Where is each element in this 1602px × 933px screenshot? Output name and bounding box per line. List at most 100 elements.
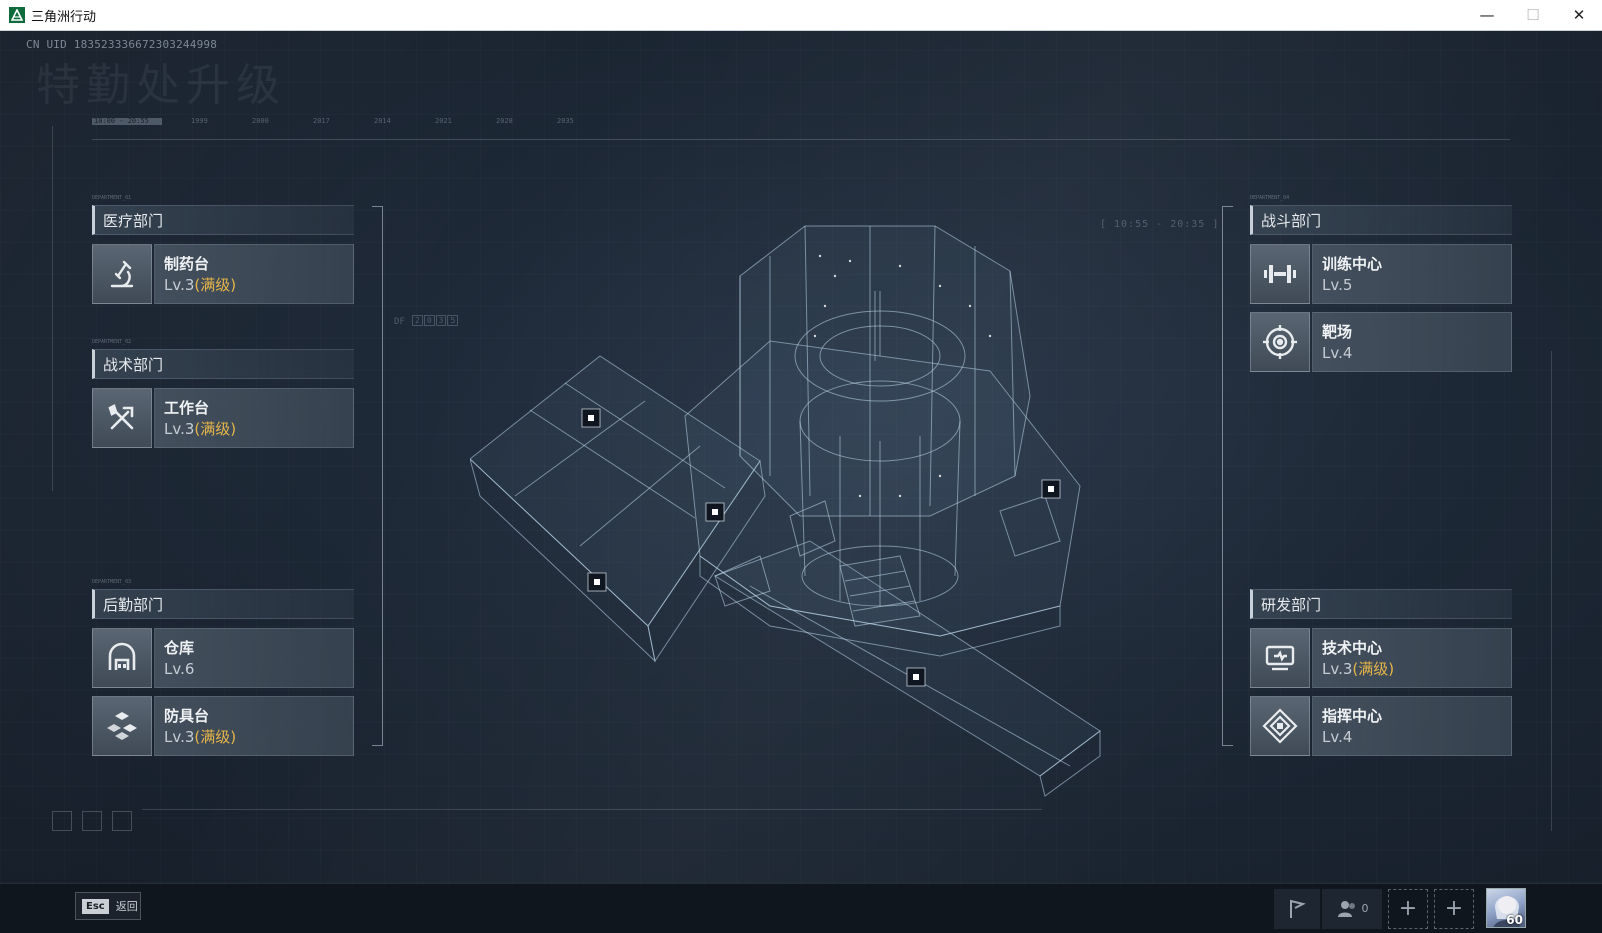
facility-info: 仓库 Lv.6 [154, 628, 354, 688]
timeline-tick: 10:00 - 20:55 [94, 117, 149, 125]
facility-tech-center[interactable]: 技术中心 Lv.3(满级) [1250, 628, 1512, 688]
df-digit: 3 [435, 315, 447, 326]
dept-tactical: DEPARTMENT_02 战术部门 工作台 Lv.3(满级) [92, 339, 354, 448]
facility-name: 靶场 [1322, 323, 1353, 341]
dept-code: DEPARTMENT_04 [1250, 195, 1290, 201]
max-level-badge: (满级) [194, 276, 237, 294]
window-title: 三角洲行动 [31, 9, 97, 25]
df-label: DF [394, 317, 405, 327]
left-bracket [372, 206, 383, 746]
facility-level: Lv.3 [164, 420, 195, 438]
flag-icon [1290, 899, 1306, 918]
facility-info: 工作台 Lv.3(满级) [154, 388, 354, 448]
facility-warehouse[interactable]: 仓库 Lv.6 [92, 628, 354, 688]
facility-name: 防具台 [164, 707, 210, 725]
facility-info: 制药台 Lv.3(满级) [154, 244, 354, 304]
timeline-tick: 2021 [435, 117, 452, 125]
timeline-tick: 2000 [252, 117, 269, 125]
right-bracket [1222, 206, 1233, 746]
add-squad-slot-button[interactable]: + [1388, 888, 1428, 929]
dept-logistics: DEPARTMENT_03 后勤部门 仓库 Lv.6 防具台 Lv.3(满级) [92, 579, 354, 756]
player-level: 60 [1506, 913, 1523, 927]
dept-combat: DEPARTMENT_04 战斗部门 训练中心 Lv.5 靶场 Lv.4 [1250, 195, 1512, 372]
facility-name: 工作台 [164, 399, 210, 417]
friends-icon [1337, 900, 1355, 917]
game-viewport: CN UID 1835233366723032449​98 特勤处升级 10:0… [0, 31, 1602, 883]
bottom-right-controls: 0 + + [1272, 884, 1474, 933]
add-squad-slot-button[interactable]: + [1434, 888, 1474, 929]
dept-code: DEPARTMENT_03 [92, 579, 132, 585]
df-digit: 0 [423, 315, 435, 326]
esc-key-label: Esc [82, 898, 109, 914]
timeline-line [92, 139, 1510, 140]
player-avatar[interactable]: 60 [1486, 888, 1526, 928]
facility-level: Lv.3 [164, 276, 195, 294]
dept-research: 研发部门 技术中心 Lv.3(满级) 指挥中心 Lv.4 [1250, 589, 1512, 756]
facility-name: 技术中心 [1322, 639, 1383, 657]
facility-level: Lv.4 [1322, 728, 1353, 746]
facility-level: Lv.5 [1322, 276, 1353, 294]
dept-medical: DEPARTMENT_01 医疗部门 制药台 Lv.3(满级) [92, 195, 354, 304]
tools-icon [92, 388, 152, 448]
deco-boxes [52, 811, 132, 831]
maximize-button[interactable]: ☐ [1510, 0, 1556, 30]
dept-code: DEPARTMENT_02 [92, 339, 132, 345]
facility-level: Lv.3 [164, 728, 195, 746]
timeline-tick: 2017 [313, 117, 330, 125]
dept-title: 战术部门 [92, 349, 354, 379]
timeline-decoration: 10:00 - 20:55 1999 2000 2017 2014 2021 2… [92, 117, 1510, 143]
warehouse-icon [92, 628, 152, 688]
max-level-badge: (满级) [194, 728, 237, 746]
facility-level: Lv.3 [1322, 660, 1353, 678]
facility-level: Lv.6 [164, 660, 195, 678]
app-logo-icon [9, 7, 25, 23]
facility-armor-bench[interactable]: 防具台 Lv.3(满级) [92, 696, 354, 756]
deco-line [52, 126, 53, 491]
timeline-tick: 1999 [191, 117, 208, 125]
max-level-badge: (满级) [1352, 660, 1395, 678]
df-digit: 5 [447, 315, 459, 326]
facility-name: 指挥中心 [1322, 707, 1383, 725]
facility-info: 训练中心 Lv.5 [1312, 244, 1512, 304]
plus-icon: + [1444, 896, 1464, 921]
facility-shooting-range[interactable]: 靶场 Lv.4 [1250, 312, 1512, 372]
base-wireframe-model[interactable] [470, 196, 1110, 816]
window-titlebar: 三角洲行动 — ☐ ✕ [0, 0, 1602, 31]
command-icon [1250, 696, 1310, 756]
plus-icon: + [1398, 896, 1418, 921]
minimize-button[interactable]: — [1464, 0, 1510, 30]
facility-info: 防具台 Lv.3(满级) [154, 696, 354, 756]
facility-training-center[interactable]: 训练中心 Lv.5 [1250, 244, 1512, 304]
target-icon [1250, 312, 1310, 372]
timeline-tick: 2028 [496, 117, 513, 125]
flag-button[interactable] [1274, 888, 1320, 929]
friends-button[interactable]: 0 [1322, 888, 1382, 929]
df-digit: 2 [412, 315, 423, 326]
timeline-tick: 2014 [374, 117, 391, 125]
dept-title: 战斗部门 [1250, 205, 1512, 235]
facility-info: 靶场 Lv.4 [1312, 312, 1512, 372]
facility-name: 仓库 [164, 639, 195, 657]
dept-title: 医疗部门 [92, 205, 354, 235]
facility-info: 技术中心 Lv.3(满级) [1312, 628, 1512, 688]
friend-count: 0 [1361, 902, 1369, 915]
dept-title: 研发部门 [1250, 589, 1512, 619]
facility-pharmacy[interactable]: 制药台 Lv.3(满级) [92, 244, 354, 304]
dept-title: 后勤部门 [92, 589, 354, 619]
page-title: 特勤处升级 [36, 60, 286, 111]
computer-icon [1250, 628, 1310, 688]
bottom-bar: Esc 返回 0 + + 60 [0, 883, 1602, 933]
dept-code: DEPARTMENT_01 [92, 195, 132, 201]
close-button[interactable]: ✕ [1556, 0, 1602, 30]
timeline-tick: 2035 [557, 117, 574, 125]
facility-name: 制药台 [164, 255, 210, 273]
facility-command-center[interactable]: 指挥中心 Lv.4 [1250, 696, 1512, 756]
time-readout: [ 10:55 - 20:35 ] [1100, 219, 1220, 230]
facility-workbench[interactable]: 工作台 Lv.3(满级) [92, 388, 354, 448]
back-button[interactable]: Esc 返回 [75, 892, 141, 920]
df-digit-group: 2 0 3 5 [412, 315, 459, 326]
deco-line [1551, 351, 1552, 831]
facility-info: 指挥中心 Lv.4 [1312, 696, 1512, 756]
facility-name: 训练中心 [1322, 255, 1383, 273]
microscope-icon [92, 244, 152, 304]
